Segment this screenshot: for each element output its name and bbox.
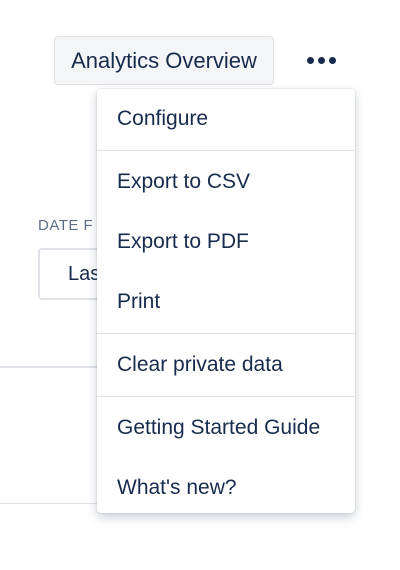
analytics-overview-button[interactable]: Analytics Overview xyxy=(54,36,274,85)
actions-dropdown-menu: Configure Export to CSV Export to PDF Pr… xyxy=(97,89,355,513)
menu-separator xyxy=(97,396,355,397)
menu-separator xyxy=(97,333,355,334)
menu-item-export-pdf[interactable]: Export to PDF xyxy=(97,212,355,272)
more-horizontal-icon-dot xyxy=(317,56,325,64)
more-actions-button[interactable] xyxy=(298,42,344,78)
more-horizontal-icon-dot xyxy=(328,56,336,64)
menu-item-whats-new[interactable]: What's new? xyxy=(97,458,355,513)
menu-item-clear-private-data[interactable]: Clear private data xyxy=(97,335,355,395)
menu-item-print[interactable]: Print xyxy=(97,272,355,332)
analytics-page: Analytics Overview DATE F Las Configure … xyxy=(0,0,400,570)
menu-item-export-csv[interactable]: Export to CSV xyxy=(97,152,355,212)
menu-item-getting-started-guide[interactable]: Getting Started Guide xyxy=(97,398,355,458)
menu-item-configure[interactable]: Configure xyxy=(97,89,355,149)
menu-separator xyxy=(97,150,355,151)
date-filter-label: DATE F xyxy=(38,217,94,234)
more-horizontal-icon xyxy=(306,56,314,64)
